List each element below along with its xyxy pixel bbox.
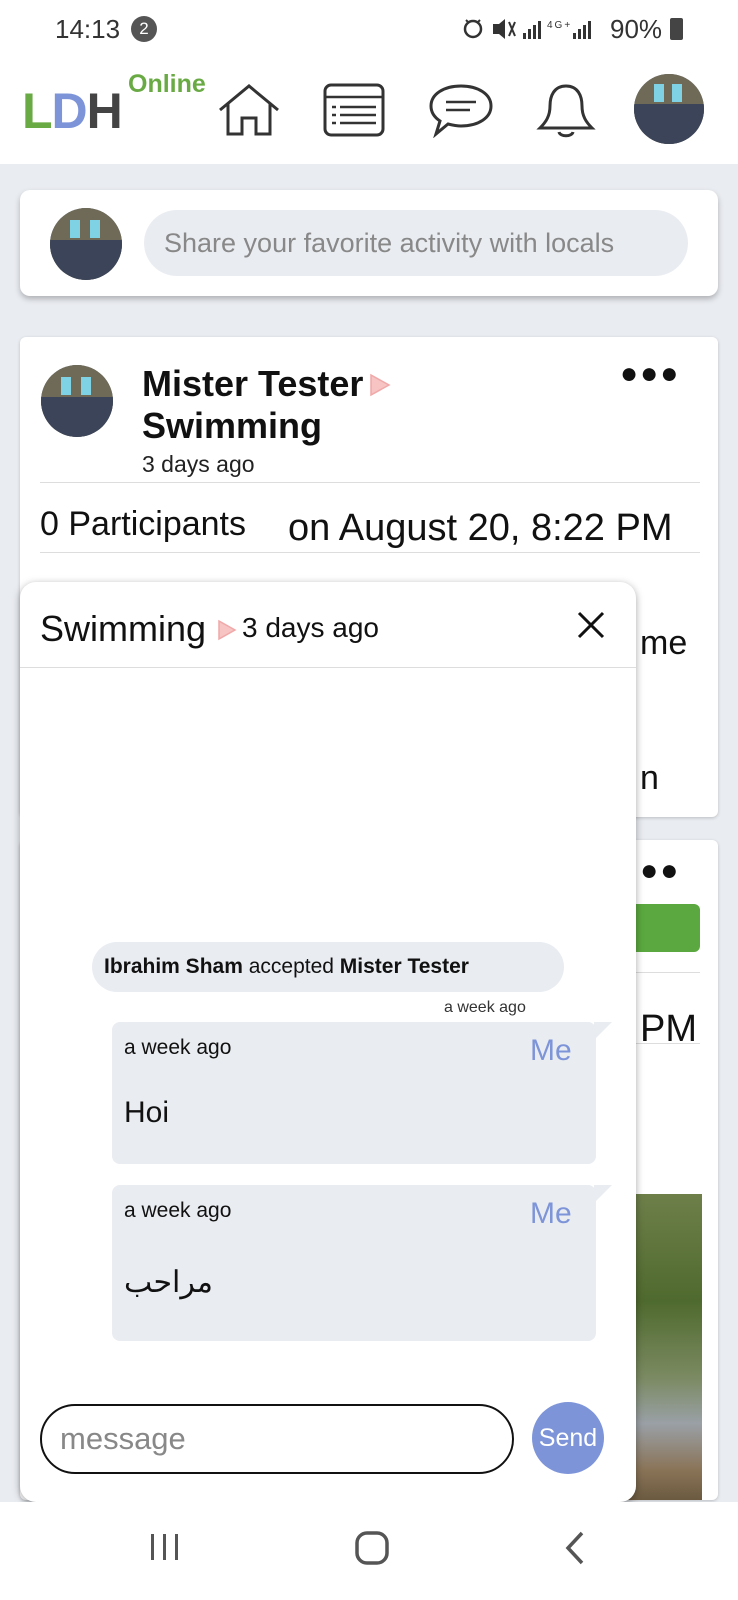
post-text-fragment: n — [640, 759, 659, 797]
divider — [40, 552, 700, 553]
status-bar: 14:13 2 4G+ 90% — [0, 0, 738, 58]
avatar-image — [634, 74, 704, 144]
post-activity-name: Swimming — [142, 405, 323, 446]
arrow-right-icon — [218, 619, 237, 641]
message-input[interactable]: message — [40, 1404, 514, 1474]
online-badge: Online — [128, 70, 206, 98]
post-author-name[interactable]: Mister Tester — [142, 363, 363, 405]
share-activity-input[interactable]: Share your favorite activity with locals — [144, 210, 688, 276]
message-sender: Me — [530, 1197, 572, 1230]
chat-title: Swimming — [40, 608, 207, 649]
send-button[interactable]: Send — [532, 1402, 604, 1474]
activity-date-fragment: PM — [640, 1008, 697, 1050]
arrow-right-icon — [370, 373, 391, 397]
chat-timestamp: 3 days ago — [242, 612, 379, 643]
system-message-time: a week ago — [444, 999, 526, 1016]
battery-percent: 90% — [610, 14, 663, 44]
svg-text:4G+: 4G+ — [547, 20, 572, 31]
avatar — [50, 208, 122, 280]
chat-message: a week ago Me مراحب — [112, 1185, 612, 1341]
avatar-image — [50, 208, 122, 280]
author-avatar[interactable] — [41, 365, 113, 437]
bell-icon[interactable] — [536, 82, 596, 140]
message-text: مراحب — [124, 1266, 213, 1299]
status-icons: 4G+ — [463, 14, 599, 50]
home-button-icon[interactable] — [354, 1530, 390, 1566]
chat-header: Swimming 3 days ago — [20, 582, 636, 668]
recent-apps-icon[interactable] — [148, 1530, 182, 1564]
participants-count: 0 Participants — [40, 505, 246, 543]
share-activity-card: Share your favorite activity with locals — [20, 190, 718, 296]
avatar-image — [41, 365, 113, 437]
system-navigation-bar — [0, 1502, 738, 1600]
message-sender: Me — [530, 1034, 572, 1067]
chat-panel: Swimming 3 days ago Ibrahim Sham accepte… — [20, 582, 636, 1502]
home-icon[interactable] — [216, 82, 282, 138]
system-message: Ibrahim Sham accepted Mister Tester — [92, 942, 564, 992]
status-time: 14:13 — [55, 14, 121, 44]
close-icon[interactable] — [576, 610, 606, 640]
more-options-icon[interactable]: ●●● — [620, 357, 680, 391]
signal-icons: 4G+ — [463, 19, 591, 39]
app-logo[interactable]: LDH — [22, 82, 123, 140]
post-text-fragment: me — [640, 624, 688, 662]
post-timestamp: 3 days ago — [142, 451, 255, 477]
chat-icon[interactable] — [428, 82, 494, 138]
battery-icon — [670, 18, 683, 40]
chat-message: a week ago Me Hoi — [112, 1022, 612, 1164]
feed-list-icon[interactable] — [322, 82, 386, 138]
top-navigation: LDH Online — [0, 58, 738, 164]
message-time: a week ago — [124, 1199, 232, 1222]
message-time: a week ago — [124, 1036, 232, 1059]
activity-date: on August 20, 8:22 PM — [288, 507, 673, 549]
notification-count-badge: 2 — [131, 16, 157, 42]
divider — [40, 482, 700, 483]
profile-avatar[interactable] — [634, 74, 704, 144]
message-text: Hoi — [124, 1096, 170, 1129]
back-icon[interactable] — [562, 1530, 588, 1566]
